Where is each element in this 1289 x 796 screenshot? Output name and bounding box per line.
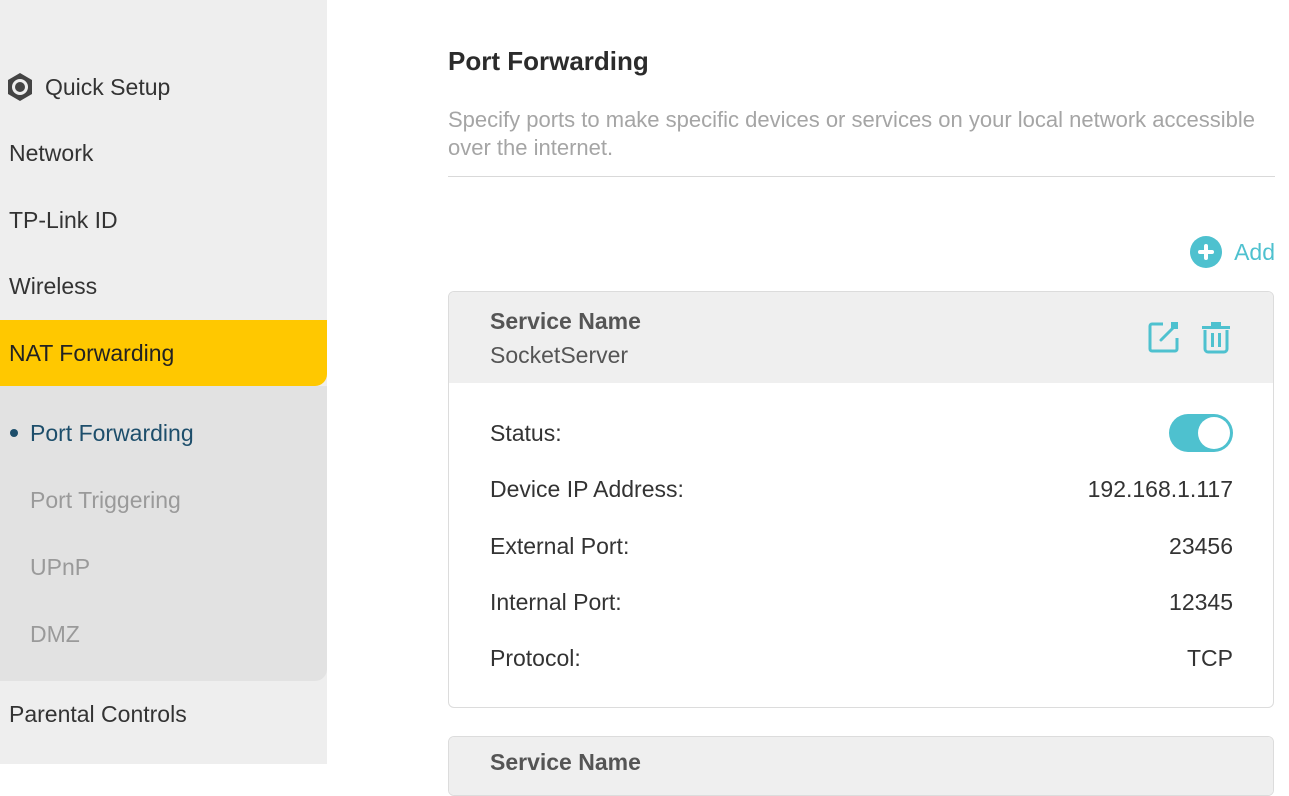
port-forwarding-entry: Service Name (448, 736, 1274, 796)
trash-icon[interactable] (1199, 320, 1233, 354)
nav-label: TP-Link ID (9, 206, 118, 233)
add-label: Add (1234, 238, 1275, 265)
active-bullet-icon (10, 429, 18, 437)
nav-network[interactable]: Network (0, 120, 327, 186)
entry-header: Service Name SocketServer (449, 292, 1273, 383)
internal-port-label: Internal Port: (490, 588, 622, 615)
nav-wireless[interactable]: Wireless (0, 253, 327, 319)
nav-label: Wireless (9, 272, 98, 299)
nav-label: Network (9, 139, 94, 166)
external-port-value: 23456 (1169, 532, 1233, 559)
status-toggle[interactable] (1169, 414, 1233, 452)
protocol-row: Protocol: TCP (490, 638, 1233, 678)
ip-row: Device IP Address: 192.168.1.117 (490, 469, 1233, 509)
nav-label: Parental Controls (9, 700, 187, 727)
edit-icon[interactable] (1147, 320, 1181, 354)
port-forwarding-entry: Service Name SocketServer Status: Device… (448, 291, 1274, 708)
gear-icon (4, 71, 36, 103)
internal-port-value: 12345 (1169, 588, 1233, 615)
protocol-value: TCP (1187, 644, 1233, 671)
subnav-label: DMZ (30, 620, 80, 647)
service-name-label: Service Name (490, 308, 641, 334)
nav-quick-setup[interactable]: Quick Setup (0, 54, 327, 120)
nav-label: NAT Forwarding (9, 339, 175, 366)
nav-nat-forwarding[interactable]: NAT Forwarding (0, 320, 327, 386)
subnav-label: Port Forwarding (30, 419, 194, 446)
internal-port-row: Internal Port: 12345 (490, 582, 1233, 622)
entry-header: Service Name (449, 737, 1273, 795)
external-port-row: External Port: 23456 (490, 526, 1233, 566)
external-port-label: External Port: (490, 532, 630, 559)
toggle-knob (1198, 417, 1230, 449)
status-label: Status: (490, 419, 562, 446)
subnav-port-forwarding[interactable]: Port Forwarding (30, 408, 194, 458)
sidebar: Quick Setup Network TP-Link ID Wireless … (0, 0, 327, 764)
subnav-dmz[interactable]: DMZ (30, 609, 80, 659)
nav-parental-controls[interactable]: Parental Controls (0, 681, 327, 747)
nat-subnav: Port Forwarding Port Triggering UPnP DMZ (0, 386, 327, 681)
divider (448, 176, 1275, 177)
plus-circle-icon (1190, 236, 1223, 268)
add-button[interactable]: Add (1190, 236, 1275, 268)
subnav-upnp[interactable]: UPnP (30, 542, 90, 592)
service-name-label: Service Name (490, 749, 641, 775)
page-description: Specify ports to make specific devices o… (448, 107, 1256, 160)
ip-value: 192.168.1.117 (1087, 475, 1233, 502)
subnav-label: Port Triggering (30, 486, 181, 513)
nav-tplink-id[interactable]: TP-Link ID (0, 187, 327, 253)
subnav-port-triggering[interactable]: Port Triggering (30, 475, 181, 525)
protocol-label: Protocol: (490, 644, 581, 671)
service-name-value: SocketServer (490, 342, 629, 368)
nav-label: Quick Setup (45, 73, 171, 100)
page-title: Port Forwarding (448, 46, 649, 76)
status-row: Status: (490, 413, 1233, 453)
subnav-label: UPnP (30, 553, 91, 580)
ip-label: Device IP Address: (490, 475, 684, 502)
